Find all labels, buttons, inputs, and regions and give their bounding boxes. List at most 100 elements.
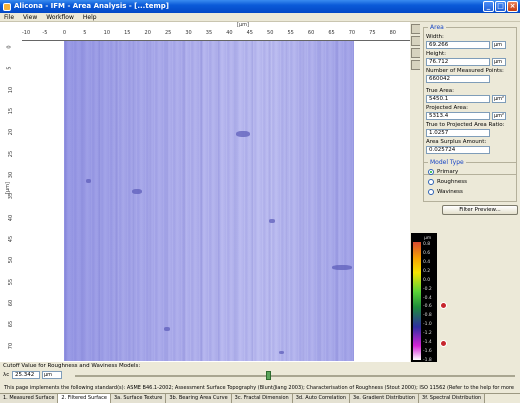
top-ruler-tick: 30 bbox=[185, 30, 192, 36]
colorbar-tick-label: -1.0 bbox=[423, 322, 432, 328]
left-ruler-tick: 10 bbox=[8, 86, 15, 93]
surface-feature bbox=[332, 265, 352, 270]
close-button[interactable]: × bbox=[507, 1, 518, 12]
top-ruler-tick: 45 bbox=[246, 30, 253, 36]
top-ruler-tick: 0 bbox=[62, 30, 67, 36]
top-axis-unit: [μm] bbox=[237, 22, 249, 28]
top-ruler-tick: -5 bbox=[42, 30, 48, 36]
projected-area-label: Projected Area: bbox=[426, 105, 468, 111]
area-group-title: Area bbox=[428, 24, 446, 31]
colorbar-tick-label: 0.6 bbox=[423, 250, 431, 256]
menu-help[interactable]: Help bbox=[83, 13, 97, 21]
points-field[interactable]: 660042 bbox=[426, 75, 490, 83]
primary-label: Primary bbox=[437, 169, 459, 175]
colorbar-tick-label: 0.0 bbox=[423, 277, 431, 283]
top-ruler-tick: 40 bbox=[226, 30, 233, 36]
tab-spectral-distribution[interactable]: 3f. Spectral Distribution bbox=[419, 394, 486, 403]
height-label: Height: bbox=[426, 51, 447, 57]
primary-radio[interactable] bbox=[428, 169, 434, 175]
top-ruler-tick: 55 bbox=[287, 30, 294, 36]
left-ruler-tick: 65 bbox=[8, 321, 15, 328]
standards-status: This page implements the following stand… bbox=[4, 385, 514, 399]
tab-measured-surface[interactable]: 1. Measured Surface bbox=[0, 394, 59, 403]
top-ruler-tick: 25 bbox=[164, 30, 172, 36]
window-title: Alicona - IFM - Area Analysis - [...temp… bbox=[14, 2, 169, 10]
window-titlebar: Alicona - IFM - Area Analysis - [...temp… bbox=[0, 0, 520, 13]
maximize-button[interactable]: □ bbox=[495, 1, 506, 12]
minimize-button[interactable]: _ bbox=[483, 1, 494, 12]
left-ruler-tick: 0 bbox=[6, 45, 13, 49]
top-ruler: -10 -5 0 5 10 15 20 25 30 35 40 45 50 55 60 65 70 75 80 bbox=[22, 30, 410, 40]
width-unit-select[interactable]: μm bbox=[492, 41, 506, 49]
left-ruler-tick: 35 bbox=[8, 193, 15, 200]
height-unit-select[interactable]: μm bbox=[492, 58, 506, 66]
left-ruler-tick: 20 bbox=[8, 129, 15, 136]
height-field[interactable]: 76.712 bbox=[426, 58, 490, 66]
surface-feature bbox=[132, 189, 142, 194]
cutoff-slider-knob[interactable] bbox=[266, 371, 271, 380]
colorbar-tick-label: -1.4 bbox=[423, 340, 432, 346]
top-ruler-tick: -10 bbox=[22, 30, 31, 36]
top-ruler-tick: 80 bbox=[389, 30, 396, 36]
colorbar-tick-label: 0.8 bbox=[423, 242, 431, 247]
roughness-label: Roughness bbox=[437, 179, 468, 185]
tab-surface-texture[interactable]: 3a. Surface Texture bbox=[110, 394, 167, 403]
true-area-field[interactable]: 5450.1 bbox=[426, 95, 490, 103]
colorbar-tick-label: -0.2 bbox=[423, 286, 432, 292]
width-field[interactable]: 69.266 bbox=[426, 41, 490, 49]
app-icon bbox=[3, 3, 11, 11]
projected-area-unit-select[interactable]: μm² bbox=[492, 112, 506, 120]
tab-gradient-distribution[interactable]: 3e. Gradient Distribution bbox=[350, 394, 420, 403]
colorbar-tick-label: -0.4 bbox=[423, 295, 432, 301]
top-ruler-tick: 50 bbox=[267, 30, 274, 36]
left-ruler-tick: 15 bbox=[8, 107, 15, 115]
menu-file[interactable]: File bbox=[4, 13, 14, 21]
colorbar-tick-label: 0.4 bbox=[423, 259, 431, 265]
colorbar-max-handle-icon[interactable] bbox=[440, 302, 447, 309]
cutoff-value-field[interactable]: 25.342 bbox=[12, 371, 40, 379]
cutoff-label: Cutoff Value for Roughness and Waviness … bbox=[3, 363, 141, 369]
surface-feature bbox=[279, 351, 284, 354]
colorbar-min-handle-icon[interactable] bbox=[440, 340, 447, 347]
height-colorbar bbox=[413, 242, 421, 360]
left-ruler-tick: 30 bbox=[8, 171, 15, 179]
waviness-radio[interactable] bbox=[428, 189, 434, 195]
surface-feature bbox=[269, 219, 275, 223]
points-label: Number of Measured Points: bbox=[426, 68, 504, 74]
cutoff-unit-select[interactable]: μm bbox=[42, 371, 62, 379]
left-ruler-tick: 40 bbox=[8, 214, 15, 221]
projected-area-field[interactable]: 5313.4 bbox=[426, 112, 490, 120]
tab-filtered-surface[interactable]: 2. Filtered Surface bbox=[58, 394, 111, 403]
surplus-label: Area Surplus Amount: bbox=[426, 139, 487, 145]
roughness-radio[interactable] bbox=[428, 179, 434, 185]
colorbar-tick-label: -0.8 bbox=[423, 313, 432, 319]
top-ruler-tick: 5 bbox=[83, 30, 87, 36]
waviness-label: Waviness bbox=[437, 189, 463, 195]
true-area-label: True Area: bbox=[426, 88, 454, 94]
surplus-field[interactable]: 0.025724 bbox=[426, 146, 490, 154]
cutoff-panel: Cutoff Value for Roughness and Waviness … bbox=[0, 362, 520, 384]
left-ruler-tick: 50 bbox=[8, 257, 15, 264]
top-ruler-tick: 15 bbox=[124, 30, 131, 36]
colorbar-tick-label: 0.2 bbox=[423, 268, 431, 274]
top-ruler-tick: 75 bbox=[369, 30, 376, 36]
left-ruler-tick: 45 bbox=[8, 235, 15, 243]
left-ruler-tick: 60 bbox=[8, 299, 15, 307]
filtered-surface-image[interactable] bbox=[64, 41, 354, 361]
filter-preview-button[interactable]: Filter Preview... bbox=[442, 205, 518, 215]
left-ruler-tick: 25 bbox=[8, 150, 15, 157]
menu-view[interactable]: View bbox=[23, 13, 37, 21]
tab-fractal-dimension[interactable]: 3c. Fractal Dimension bbox=[231, 394, 293, 403]
surface-feature bbox=[236, 131, 250, 137]
top-ruler-tick: 20 bbox=[144, 30, 151, 36]
top-ruler-tick: 60 bbox=[307, 30, 315, 36]
cutoff-slider-track[interactable] bbox=[75, 375, 515, 377]
true-area-unit-select[interactable]: μm² bbox=[492, 95, 506, 103]
tab-bearing-area-curve[interactable]: 3b. Bearing Area Curve bbox=[166, 394, 232, 403]
ratio-field[interactable]: 1.0257 bbox=[426, 129, 490, 137]
width-label: Width: bbox=[426, 34, 444, 40]
surface-feature bbox=[86, 179, 91, 183]
workflow-tabs: 1. Measured Surface 2. Filtered Surface … bbox=[0, 393, 520, 403]
tab-auto-correlation[interactable]: 3d. Auto Correlation bbox=[292, 394, 351, 403]
menu-workflow[interactable]: Workflow bbox=[46, 13, 74, 21]
